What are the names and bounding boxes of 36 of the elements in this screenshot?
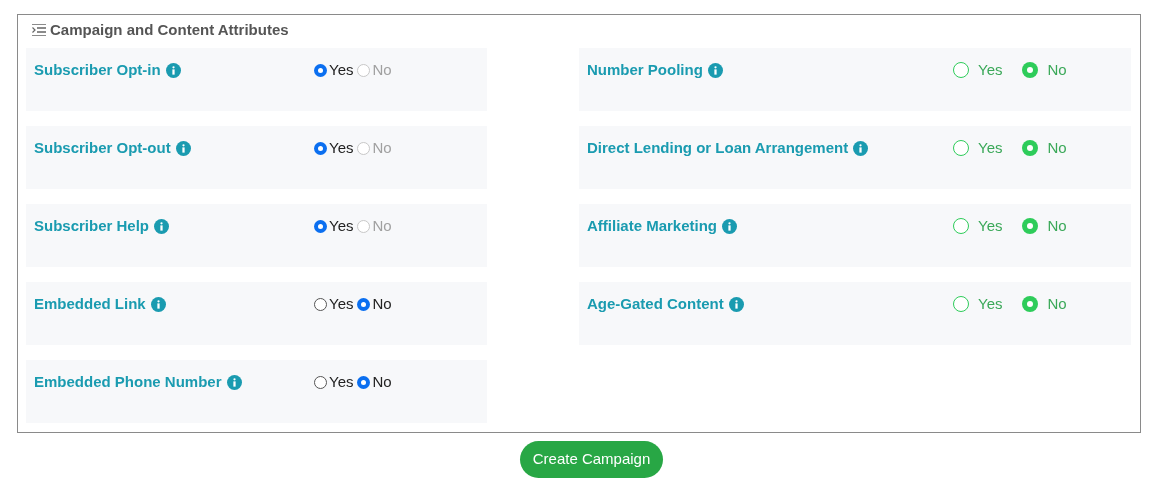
attribute-label: Embedded Link <box>34 294 146 314</box>
list-icon <box>32 24 46 36</box>
radio-option[interactable]: Yes <box>314 371 354 394</box>
attribute-label: Subscriber Opt-out <box>34 138 171 158</box>
info-icon <box>722 218 738 234</box>
radio-option[interactable]: No <box>1022 59 1067 82</box>
create-campaign-button[interactable]: Create Campaign <box>519 441 664 478</box>
info-icon <box>165 62 181 78</box>
attribute-label: Age-Gated Content <box>587 294 724 314</box>
radio-option[interactable]: Yes <box>953 215 1003 238</box>
radio-option[interactable]: Yes <box>314 59 354 82</box>
radio-option[interactable]: Yes <box>314 137 354 160</box>
attribute-label: Embedded Phone Number <box>34 372 222 392</box>
radio-option[interactable]: No <box>1022 215 1067 238</box>
info-icon <box>175 140 191 156</box>
section-title: Campaign and Content Attributes <box>50 19 289 40</box>
radio-option[interactable]: Yes <box>314 293 354 316</box>
attribute-label: Subscriber Help <box>34 216 150 236</box>
radio-option[interactable]: No <box>357 371 392 394</box>
radio-option[interactable]: No <box>1022 293 1067 316</box>
info-icon <box>226 374 242 390</box>
info-icon <box>853 140 869 156</box>
attribute-label: Number Pooling <box>587 60 703 80</box>
radio-option[interactable]: Yes <box>953 293 1003 316</box>
attribute-label: Affiliate Marketing <box>587 216 718 236</box>
radio-option[interactable]: No <box>1022 137 1067 160</box>
attribute-label: Subscriber Opt-in <box>34 60 161 80</box>
info-icon <box>707 62 723 78</box>
info-icon <box>150 296 166 312</box>
info-icon <box>728 296 744 312</box>
attribute-label: Direct Lending or Loan Arrangement <box>587 138 849 158</box>
radio-option[interactable]: Yes <box>953 59 1003 82</box>
radio-option[interactable]: No <box>357 293 392 316</box>
info-icon <box>154 218 170 234</box>
radio-option[interactable]: Yes <box>314 215 354 238</box>
radio-option[interactable]: Yes <box>953 137 1003 160</box>
